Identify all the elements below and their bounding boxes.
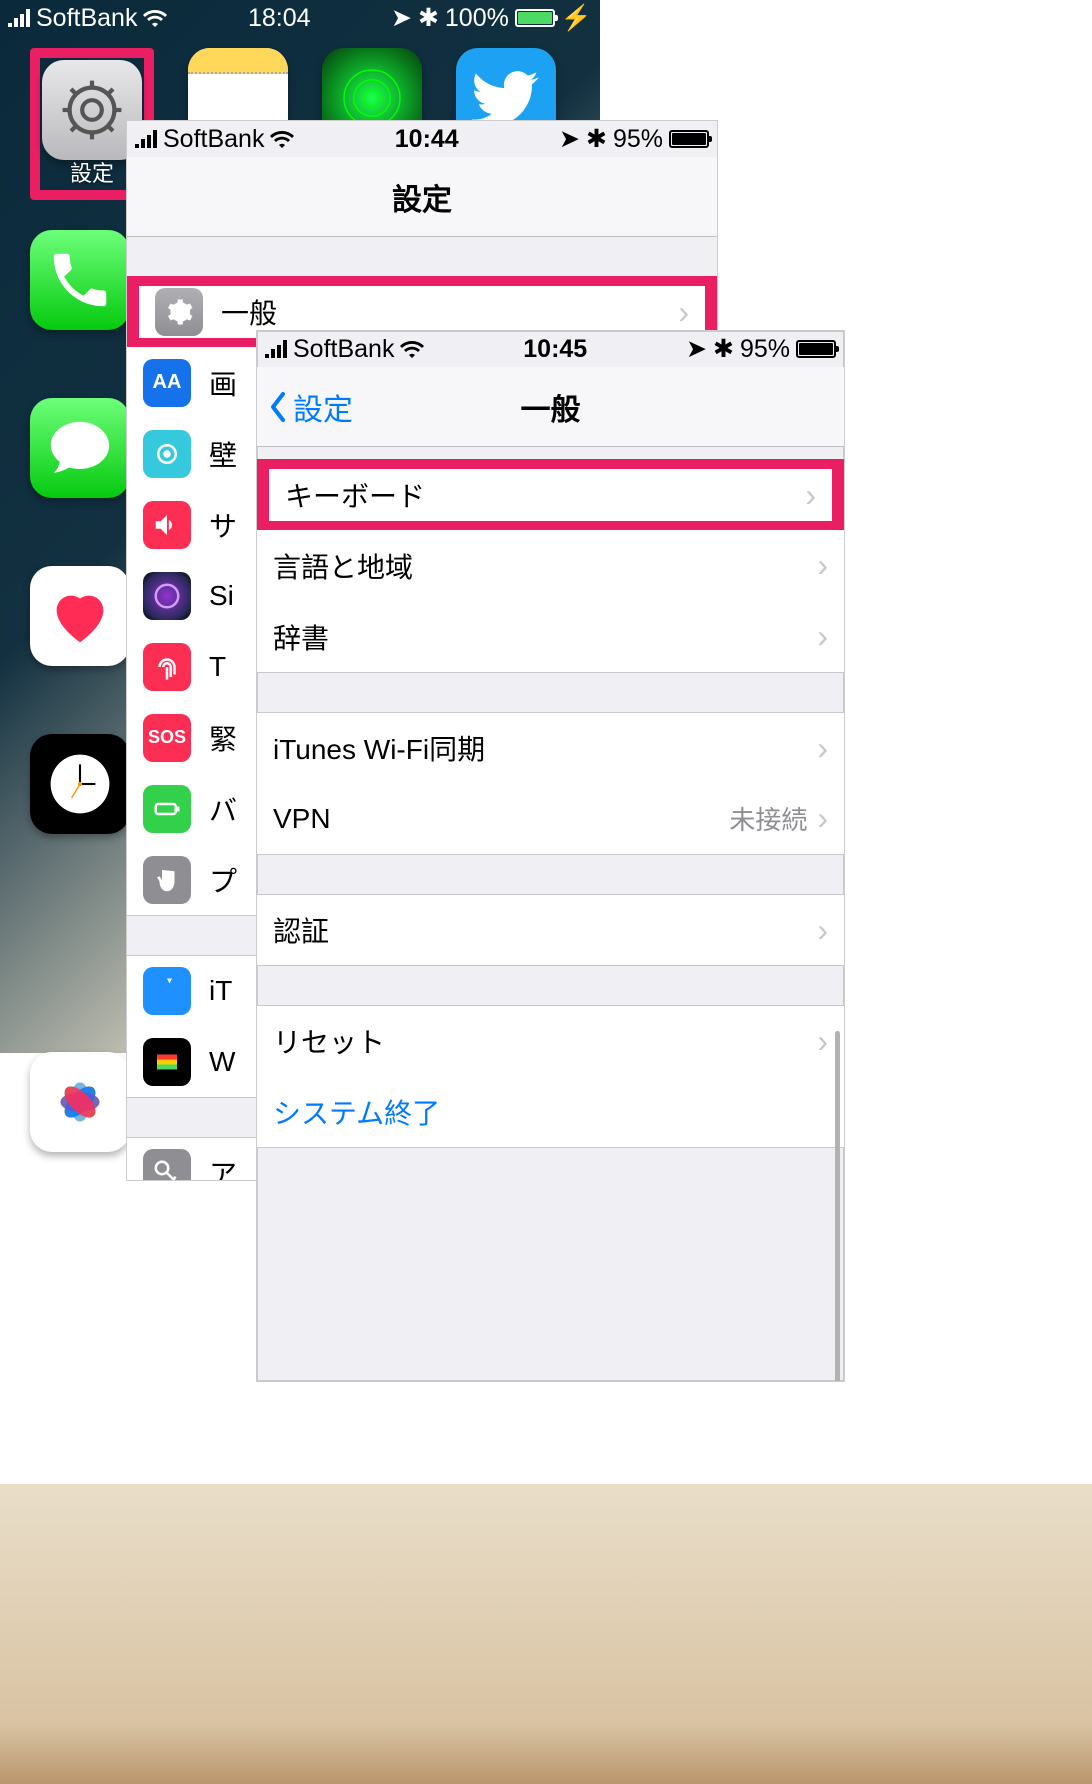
general-screen: SoftBank 10:45 ➤ ✱ 95% 設定 一般 キーボード › 言語と…: [256, 330, 845, 1382]
statusbar-time: 10:44: [395, 125, 459, 154]
general-label: 一般: [221, 292, 678, 332]
signal-icon: [135, 130, 157, 148]
carrier-label: SoftBank: [163, 125, 264, 154]
messages-app[interactable]: [30, 398, 130, 498]
gear-icon: [155, 288, 203, 336]
bluetooth-icon: ✱: [713, 334, 734, 364]
sound-icon: [143, 501, 191, 549]
dictionary-cell[interactable]: 辞書 ›: [257, 601, 844, 673]
key-icon: [143, 1149, 191, 1181]
settings-statusbar: SoftBank 10:44 ➤ ✱ 95%: [127, 121, 717, 157]
chevron-right-icon: ›: [817, 912, 828, 949]
back-label: 設定: [293, 385, 353, 429]
heart-icon: [45, 581, 115, 651]
language-cell[interactable]: 言語と地域 ›: [257, 530, 844, 602]
battery-pct: 95%: [613, 125, 663, 154]
chevron-right-icon: ›: [805, 477, 816, 514]
battery-pct: 95%: [740, 335, 790, 364]
battery-icon: [669, 130, 709, 148]
fingerprint-icon: [143, 643, 191, 691]
wallet-icon: [143, 1038, 191, 1086]
bluetooth-icon: ✱: [586, 124, 607, 154]
chevron-right-icon: ›: [678, 294, 689, 331]
settings-nav: 設定: [127, 157, 717, 237]
sos-icon: SOS: [143, 714, 191, 762]
battery-pct: 100%: [445, 4, 509, 33]
phone-app[interactable]: [30, 230, 130, 330]
home-wallpaper-sand: [0, 1484, 1092, 1784]
signal-icon: [265, 340, 287, 358]
wallpaper-icon: [143, 430, 191, 478]
keyboard-label: キーボード: [285, 475, 805, 515]
battery-icon: [515, 9, 555, 27]
general-statusbar: SoftBank 10:45 ➤ ✱ 95%: [257, 331, 844, 367]
photos-app[interactable]: [30, 1052, 130, 1152]
vpn-label: VPN: [273, 803, 729, 835]
keyboard-cell[interactable]: キーボード ›: [257, 459, 844, 531]
phone-icon: [45, 245, 115, 315]
reset-cell[interactable]: リセット ›: [257, 1005, 844, 1077]
shutdown-label: システム終了: [273, 1092, 828, 1132]
location-icon: ➤: [686, 334, 707, 364]
settings-title: 設定: [392, 175, 452, 219]
scroll-indicator[interactable]: [835, 1031, 840, 1382]
appstore-icon: [143, 967, 191, 1015]
back-button[interactable]: 設定: [269, 385, 353, 429]
chevron-right-icon: ›: [817, 800, 828, 837]
gear-icon: [57, 75, 127, 145]
location-icon: ➤: [559, 124, 580, 154]
wifi-icon: [400, 340, 424, 358]
chevron-right-icon: ›: [817, 730, 828, 767]
bluetooth-icon: ✱: [418, 3, 439, 33]
shutdown-cell[interactable]: システム終了: [257, 1076, 844, 1148]
general-nav: 設定 一般: [257, 367, 844, 447]
chevron-right-icon: ›: [817, 1023, 828, 1060]
chevron-right-icon: ›: [817, 618, 828, 655]
siri-icon: [143, 572, 191, 620]
carrier-label: SoftBank: [36, 4, 137, 33]
chevron-left-icon: [269, 392, 289, 422]
reset-label: リセット: [273, 1021, 817, 1061]
wifi-icon: [270, 130, 294, 148]
auth-label: 認証: [273, 910, 817, 950]
chevron-right-icon: ›: [817, 547, 828, 584]
charging-icon: ⚡: [561, 4, 592, 33]
general-title: 一般: [521, 385, 581, 429]
vpn-cell[interactable]: VPN 未接続 ›: [257, 783, 844, 855]
auth-cell[interactable]: 認証 ›: [257, 894, 844, 966]
statusbar-time: 18:04: [248, 4, 311, 33]
hand-icon: [143, 856, 191, 904]
battery-icon: [143, 785, 191, 833]
statusbar-time: 10:45: [523, 335, 587, 364]
photos-icon: [45, 1067, 115, 1137]
message-icon: [45, 413, 115, 483]
vpn-status: 未接続: [729, 800, 807, 837]
language-label: 言語と地域: [273, 546, 817, 586]
home-statusbar: SoftBank 18:04 ➤ ✱ 100% ⚡: [0, 0, 600, 36]
itunes-wifi-cell[interactable]: iTunes Wi-Fi同期 ›: [257, 712, 844, 784]
dictionary-label: 辞書: [273, 617, 817, 657]
health-app[interactable]: [30, 566, 130, 666]
carrier-label: SoftBank: [293, 335, 394, 364]
text-size-icon: AA: [143, 359, 191, 407]
location-icon: ➤: [391, 3, 412, 33]
battery-icon: [796, 340, 836, 358]
clock-icon: [45, 749, 115, 819]
signal-icon: [8, 9, 30, 27]
itunes-wifi-label: iTunes Wi-Fi同期: [273, 728, 817, 768]
wifi-icon: [143, 9, 167, 27]
clock-app[interactable]: [30, 734, 130, 834]
